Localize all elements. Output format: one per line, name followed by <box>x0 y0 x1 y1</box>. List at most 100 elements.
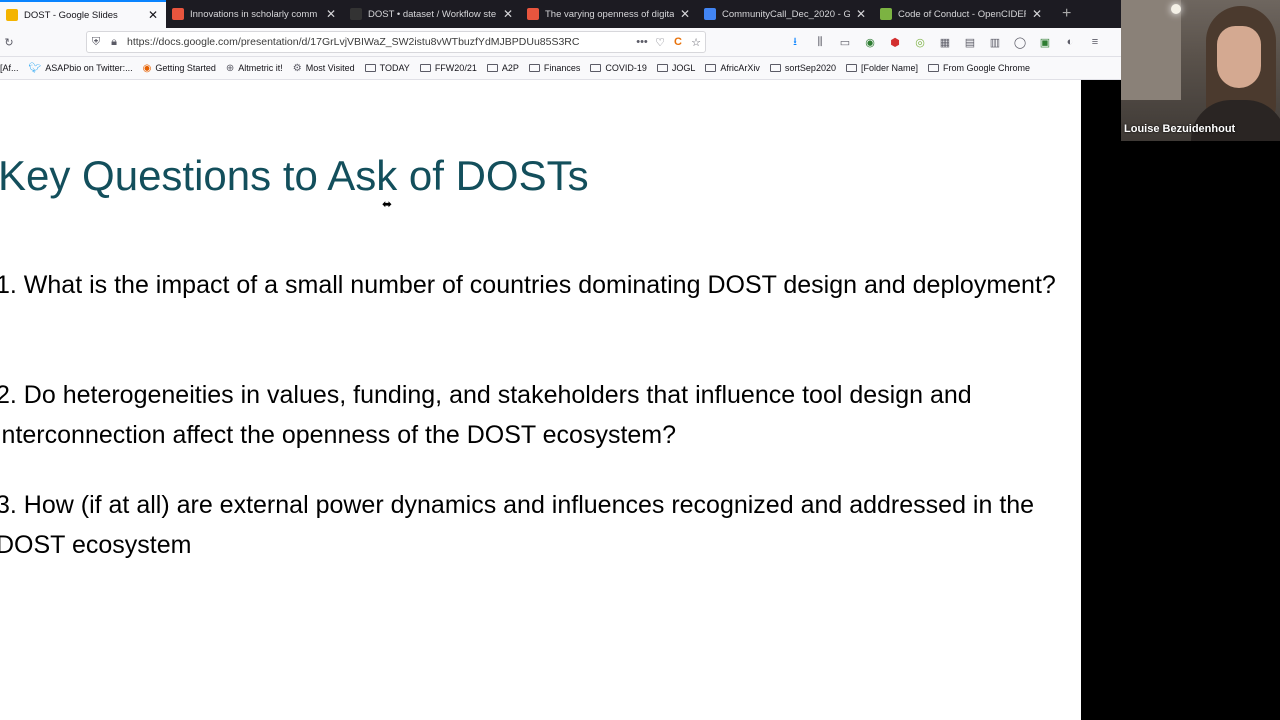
tab-title: DOST - Google Slides <box>24 9 118 21</box>
tab-close-icon[interactable]: ✕ <box>324 7 338 21</box>
url-text[interactable]: https://docs.google.com/presentation/d/1… <box>123 36 633 48</box>
extension-circle-icon[interactable]: ◎ <box>911 33 929 51</box>
tab-favicon-icon <box>350 8 362 20</box>
bookmark-item[interactable]: AfricArXiv <box>705 63 760 73</box>
bookmark-label: sortSep2020 <box>784 63 836 73</box>
page-actions-icon[interactable]: ••• <box>633 33 651 51</box>
library-icon[interactable]: ⫼ <box>811 33 829 51</box>
folder-icon <box>590 64 602 72</box>
browser-window: DOST - Google Slides ✕ Innovations in scho… <box>0 0 1121 720</box>
bookmark-label: [Folder Name] <box>860 63 918 73</box>
bookmark-item[interactable]: sortSep2020 <box>769 63 836 73</box>
tab-title: DOST • dataset / Workflow ste <box>368 8 497 20</box>
download-icon[interactable]: ⭳ <box>786 33 804 51</box>
bookmark-label: From Google Chrome <box>943 63 1031 73</box>
tab-close-icon[interactable]: ✕ <box>501 7 515 21</box>
bookmark-label: Most Visited <box>305 63 355 73</box>
folder-icon <box>928 64 939 72</box>
tab-6[interactable]: Code of Conduct - OpenCIDER ✕ <box>874 0 1050 28</box>
bookmark-item[interactable]: 🐦︎ ASAPbio on Twitter:... <box>29 63 133 74</box>
new-tab-button[interactable]: + <box>1050 0 1083 28</box>
bookmark-item[interactable]: TODAY <box>364 63 410 73</box>
bookmark-label: TODAY <box>379 63 410 73</box>
bookmark-label: ASAPbio on Twitter:... <box>45 63 133 73</box>
folder-icon <box>769 64 781 72</box>
bookmark-item[interactable]: [Folder Name] <box>845 63 918 73</box>
tab-favicon-icon <box>880 8 892 20</box>
bookmark-item[interactable]: COVID-19 <box>590 63 647 73</box>
slide-canvas: Key Questions to Ask of DOSTs ⬌ 1. What … <box>0 80 1081 720</box>
tab-title: Code of Conduct - OpenCIDER <box>898 8 1026 20</box>
folder-icon <box>705 64 717 72</box>
tab-close-icon[interactable]: ✕ <box>146 8 160 22</box>
bookmark-label: FFW20/21 <box>434 63 477 73</box>
grid-extension-icon[interactable]: ▦ <box>936 33 954 51</box>
bookmark-item[interactable]: ⚙ Most Visited <box>293 63 355 74</box>
tab-close-icon[interactable]: ✕ <box>1030 7 1044 21</box>
question-2: 2. Do heterogeneities in values, funding… <box>0 381 972 449</box>
adblock-icon[interactable]: ⬢ <box>886 33 904 51</box>
gear-icon: ⚙ <box>292 62 302 74</box>
folder-icon <box>419 64 431 72</box>
lock-icon[interactable]: 🔒︎ <box>105 33 123 51</box>
folder-icon <box>656 64 668 72</box>
bookmark-item[interactable]: ⊕ Altmetric it! <box>226 63 283 74</box>
presentation-margin <box>1081 80 1121 720</box>
account-icon[interactable]: ◯ <box>1011 33 1029 51</box>
globe-icon: ⊕ <box>225 62 235 74</box>
twitter-icon: 🐦︎ <box>28 62 42 74</box>
extension-c-icon[interactable]: C <box>669 33 687 51</box>
tab-1[interactable]: DOST - Google Slides ✕ <box>0 0 166 28</box>
participant-video[interactable]: Louise Bezuidenhout <box>1121 0 1280 141</box>
screen-extension-icon[interactable]: ▤ <box>961 33 979 51</box>
question-1: 1. What is the impact of a small number … <box>0 271 1056 299</box>
bookmark-item[interactable]: FFW20/21 <box>419 63 477 73</box>
tab-5[interactable]: CommunityCall_Dec_2020 - Go ✕ <box>698 0 874 28</box>
tab-close-icon[interactable]: ✕ <box>678 7 692 21</box>
columns-extension-icon[interactable]: ▥ <box>986 33 1004 51</box>
bookmark-item[interactable]: From Google Chrome <box>928 63 1030 73</box>
bookmark-label: COVID-19 <box>605 63 647 73</box>
resize-cursor-icon: ⬌ <box>382 197 393 211</box>
folder-icon <box>364 64 376 72</box>
tab-close-icon[interactable]: ✕ <box>854 7 868 21</box>
folder-icon <box>528 64 540 72</box>
folder-icon <box>486 64 498 72</box>
folder-icon <box>845 64 857 72</box>
question-3: 3. How (if at all) are external power dy… <box>0 491 1035 559</box>
bookmark-item[interactable]: JOGL <box>656 63 696 73</box>
tab-favicon-icon <box>6 9 18 21</box>
reload-icon[interactable]: ↻ <box>0 33 18 51</box>
url-bar[interactable]: ⛨ 🔒︎ https://docs.google.com/presentatio… <box>86 31 706 53</box>
video-panel-background <box>1121 141 1280 720</box>
tab-title: The varying openness of digita <box>545 8 674 20</box>
slide-title: Key Questions to Ask of DOSTs <box>0 152 589 199</box>
bookmark-item[interactable]: ◉ Getting Started <box>143 63 216 74</box>
tab-4[interactable]: The varying openness of digita ✕ <box>521 0 698 28</box>
bookmark-label: A2P <box>501 63 519 73</box>
firefox-icon: ◉ <box>142 62 152 74</box>
tab-3[interactable]: DOST • dataset / Workflow ste ✕ <box>344 0 521 28</box>
bookmark-label: Altmetric it! <box>238 63 283 73</box>
menu-icon[interactable]: ≡ <box>1086 33 1104 51</box>
bookmark-item[interactable]: A2P <box>486 63 519 73</box>
sidebar-icon[interactable]: ▭ <box>836 33 854 51</box>
tab-strip: DOST - Google Slides ✕ Innovations in scho… <box>0 0 1121 28</box>
bookmark-label: JOGL <box>671 63 696 73</box>
bookmark-item[interactable]: Finances <box>528 63 580 73</box>
bookmarks-bar: [Af... 🐦︎ ASAPbio on Twitter:... ◉ Getting S… <box>0 57 1121 80</box>
bookmark-star-icon[interactable]: ☆ <box>687 33 705 51</box>
bookmark-item[interactable]: [Af... <box>0 63 19 73</box>
tab-favicon-icon <box>704 8 716 20</box>
grammarly-icon[interactable]: ◐ <box>1061 33 1079 51</box>
bookmark-label: AfricArXiv <box>720 63 760 73</box>
tab-2[interactable]: Innovations in scholarly comm ✕ <box>166 0 344 28</box>
image-extension-icon[interactable]: ▣ <box>1036 33 1054 51</box>
bookmark-label: Getting Started <box>155 63 216 73</box>
shield-icon[interactable]: ⛨ <box>87 33 105 51</box>
pocket-icon[interactable]: ♡ <box>651 33 669 51</box>
participant-face <box>1217 26 1261 88</box>
participant-name: Louise Bezuidenhout <box>1124 123 1236 135</box>
toolbar-right: ⭳ ⫼ ▭ ◉ ⬢ ◎ ▦ ▤ ▥ ◯ ▣ ◐ ≡ <box>786 33 1104 51</box>
extension-green-icon[interactable]: ◉ <box>861 33 879 51</box>
